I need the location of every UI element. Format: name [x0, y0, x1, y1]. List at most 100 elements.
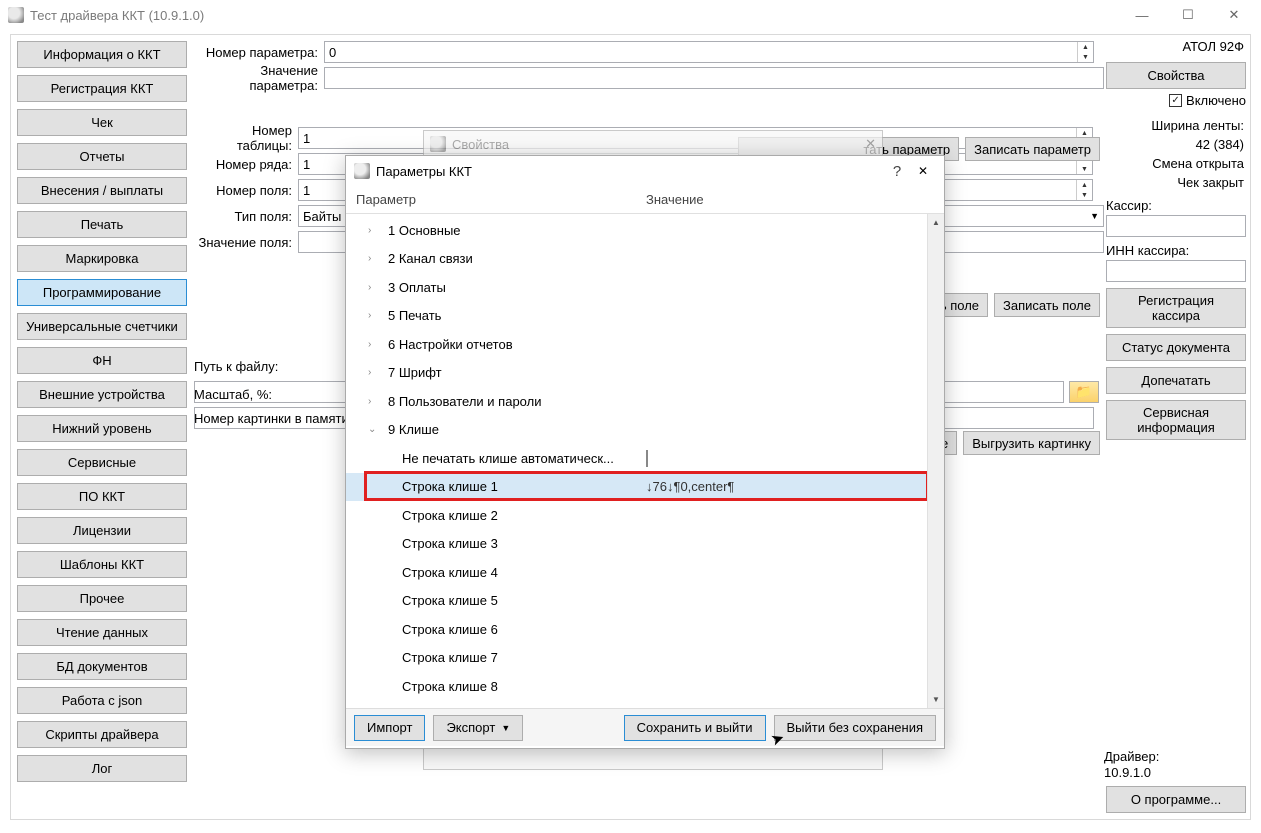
cashier-label: Кассир: — [1106, 198, 1246, 213]
dialog-help-button[interactable]: ? — [884, 163, 910, 180]
cashier-inn-label: ИНН кассира: — [1106, 243, 1246, 258]
window-minimize-button[interactable]: — — [1119, 0, 1165, 30]
sidebar-item-12[interactable]: Сервисные — [17, 449, 187, 476]
sidebar-item-9[interactable]: ФН — [17, 347, 187, 374]
cashier-register-button[interactable]: Регистрациякассира — [1106, 288, 1246, 328]
expand-icon[interactable]: › — [368, 282, 382, 293]
tree-group-7[interactable]: ⌄ 9 Клише — [346, 416, 944, 445]
reprint-button[interactable]: Допечатать — [1106, 367, 1246, 394]
sidebar-item-5[interactable]: Печать — [17, 211, 187, 238]
param-number-label: Номер параметра: — [194, 45, 324, 60]
browse-button[interactable]: 📁 — [1069, 381, 1099, 403]
tree-group-label: 8 Пользователи и пароли — [388, 394, 541, 409]
tree-item-cliche-8[interactable]: Строка клише 8 — [346, 672, 944, 701]
tree-group-label: 3 Оплаты — [388, 280, 446, 295]
tree-group-3[interactable]: ›5 Печать — [346, 302, 944, 331]
tree-item-cliche-6[interactable]: Строка клише 6 — [346, 615, 944, 644]
tree-group-2[interactable]: › 3 Оплаты — [346, 273, 944, 302]
picture-number-label: Номер картинки в памяти: — [194, 411, 352, 426]
window-close-button[interactable]: ✕ — [1211, 0, 1257, 30]
tree-item-label: Строка клише 5 — [402, 593, 498, 608]
parameters-dialog-titlebar: Параметры ККТ ? ✕ — [346, 156, 944, 186]
checkbox[interactable] — [646, 450, 648, 467]
export-button[interactable]: Экспорт▼ — [433, 715, 523, 741]
tree-item-cliche-7[interactable]: Строка клише 7 — [346, 644, 944, 673]
sidebar-item-19[interactable]: Работа с json — [17, 687, 187, 714]
sidebar-item-14[interactable]: Лицензии — [17, 517, 187, 544]
properties-dialog-close-icon[interactable]: ✕ — [865, 136, 876, 152]
sidebar-item-8[interactable]: Универсальные счетчики — [17, 313, 187, 340]
sidebar-item-15[interactable]: Шаблоны ККТ — [17, 551, 187, 578]
cashier-input[interactable] — [1106, 215, 1246, 237]
sidebar-item-10[interactable]: Внешние устройства — [17, 381, 187, 408]
tree-group-5[interactable]: ›7 Шрифт — [346, 359, 944, 388]
tree-group-6[interactable]: › 8 Пользователи и пароли — [346, 387, 944, 416]
col-header-param: Параметр — [346, 192, 636, 207]
sidebar-item-17[interactable]: Чтение данных — [17, 619, 187, 646]
tree-scrollbar[interactable]: ▲ ▼ — [927, 214, 944, 708]
dialog-close-button[interactable]: ✕ — [910, 164, 936, 179]
sidebar-item-3[interactable]: Отчеты — [17, 143, 187, 170]
service-info-button[interactable]: Сервиснаяинформация — [1106, 400, 1246, 440]
expand-icon[interactable]: › — [368, 367, 382, 378]
sidebar-item-4[interactable]: Внесения / выплаты — [17, 177, 187, 204]
tree-group-label: 9 Клише — [388, 422, 439, 437]
tree-item-cliche-1[interactable]: Строка клише 1↓76↓¶0,center¶ — [346, 473, 944, 502]
window-maximize-button[interactable]: ☐ — [1165, 0, 1211, 30]
export-picture-button[interactable]: Выгрузить картинку — [963, 431, 1100, 455]
scroll-down-icon[interactable]: ▼ — [928, 691, 944, 708]
properties-dialog-title: Свойства — [452, 137, 509, 152]
expand-icon[interactable]: › — [368, 225, 382, 236]
parameters-dialog-title: Параметры ККТ — [376, 164, 884, 179]
scroll-up-icon[interactable]: ▲ — [928, 214, 944, 231]
sidebar-item-0[interactable]: Информация о ККТ — [17, 41, 187, 68]
import-button[interactable]: Импорт — [354, 715, 425, 741]
sidebar-item-2[interactable]: Чек — [17, 109, 187, 136]
sidebar-item-18[interactable]: БД документов — [17, 653, 187, 680]
device-name-label: АТОЛ 92Ф — [1106, 37, 1246, 56]
field-number-label: Номер поля: — [194, 183, 298, 198]
save-and-exit-button[interactable]: Сохранить и выйти — [624, 715, 766, 741]
param-value-label: Значение параметра: — [194, 63, 324, 93]
tree-group-0[interactable]: ›1 Основные — [346, 216, 944, 245]
expand-icon[interactable]: ⌄ — [368, 424, 382, 435]
expand-icon[interactable]: › — [368, 339, 382, 350]
expand-icon[interactable]: › — [368, 310, 382, 321]
expand-icon[interactable]: › — [368, 396, 382, 407]
tree-item-cliche-2[interactable]: Строка клише 2 — [346, 501, 944, 530]
parameters-tree[interactable]: ›1 Основные›2 Канал связи›3 Оплаты›5 Печ… — [346, 214, 944, 708]
dropdown-arrow-icon: ▼ — [501, 723, 510, 733]
sidebar-item-11[interactable]: Нижний уровень — [17, 415, 187, 442]
sidebar-item-21[interactable]: Лог — [17, 755, 187, 782]
exit-without-save-button[interactable]: Выйти без сохранения — [774, 715, 937, 741]
param-value-input[interactable] — [324, 67, 1104, 89]
properties-button[interactable]: Свойства — [1106, 62, 1246, 89]
tree-item-cliche-4[interactable]: Строка клише 4 — [346, 558, 944, 587]
shift-open-label: Смена открыта — [1106, 154, 1246, 173]
app-icon — [8, 7, 24, 23]
tree-item-cliche-3[interactable]: Строка клише 3 — [346, 530, 944, 559]
sidebar-item-20[interactable]: Скрипты драйвера — [17, 721, 187, 748]
sidebar-item-1[interactable]: Регистрация ККТ — [17, 75, 187, 102]
sidebar-item-16[interactable]: Прочее — [17, 585, 187, 612]
tree-group-label: 6 Настройки отчетов — [388, 337, 513, 352]
tape-width-value: 42 (384) — [1106, 135, 1246, 154]
tree-item-cliche-5[interactable]: Строка клише 5 — [346, 587, 944, 616]
tree-group-4[interactable]: › 6 Настройки отчетов — [346, 330, 944, 359]
tree-item-label: Не печатать клише автоматическ... — [402, 451, 614, 466]
param-number-input[interactable]: 0▲▼ — [324, 41, 1094, 63]
about-button[interactable]: О программе... — [1106, 786, 1246, 813]
expand-icon[interactable]: › — [368, 253, 382, 264]
enabled-checkbox[interactable]: ✓ — [1169, 94, 1182, 107]
tree-item-no-auto-print[interactable]: Не печатать клише автоматическ... — [346, 444, 944, 473]
enabled-checkbox-row[interactable]: ✓ Включено — [1106, 93, 1246, 108]
scale-label: Масштаб, %: — [194, 387, 272, 402]
write-field-button[interactable]: Записать поле — [994, 293, 1100, 317]
sidebar-item-13[interactable]: ПО ККТ — [17, 483, 187, 510]
cashier-inn-input[interactable] — [1106, 260, 1246, 282]
tree-group-1[interactable]: ›2 Канал связи — [346, 245, 944, 274]
doc-status-button[interactable]: Статус документа — [1106, 334, 1246, 361]
sidebar-item-6[interactable]: Маркировка — [17, 245, 187, 272]
sidebar-item-7[interactable]: Программирование — [17, 279, 187, 306]
write-param-button[interactable]: Записать параметр — [965, 137, 1100, 161]
